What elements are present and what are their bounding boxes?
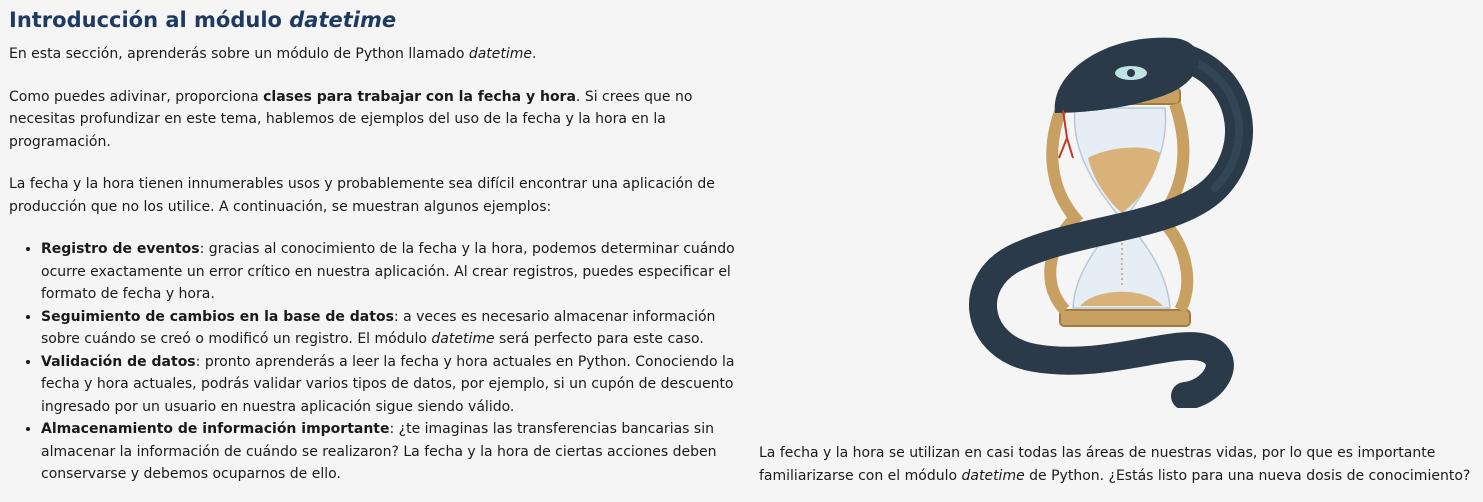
- intro-paragraph: En esta sección, aprenderás sobre un mód…: [9, 43, 737, 66]
- classes-paragraph: Como puedes adivinar, proporciona clases…: [9, 86, 737, 154]
- list-item-title: Validación de datos: [41, 353, 196, 370]
- snake-hourglass-icon: [955, 18, 1255, 410]
- title-italic: datetime: [289, 8, 397, 32]
- classes-bold: clases para trabajar con la fecha y hora: [263, 88, 576, 105]
- intro-text: En esta sección, aprenderás sobre un mód…: [9, 46, 469, 62]
- intro-italic: datetime: [468, 46, 533, 62]
- list-item: Seguimiento de cambios en la base de dat…: [41, 306, 737, 351]
- content-column: Introducción al módulo datetime En esta …: [9, 6, 737, 486]
- closing-italic: datetime: [961, 468, 1025, 484]
- list-item-title: Almacenamiento de información importante: [41, 421, 390, 437]
- closing-text-end: de Python. ¿Estás listo para una nueva d…: [1024, 468, 1471, 484]
- list-item: Registro de eventos: gracias al conocimi…: [41, 238, 737, 306]
- list-item: Almacenamiento de información importante…: [41, 418, 737, 486]
- list-item-title: Registro de eventos: [41, 241, 200, 257]
- section-title: Introducción al módulo datetime: [9, 6, 737, 34]
- classes-text: Como puedes adivinar, proporciona: [9, 88, 264, 105]
- list-item-text-end: será perfecto para este caso.: [494, 331, 704, 347]
- examples-list: Registro de eventos: gracias al conocimi…: [9, 238, 737, 486]
- list-item: Validación de datos: pronto aprenderás a…: [41, 351, 737, 419]
- title-text: Introducción al módulo: [9, 8, 290, 32]
- list-item-italic: datetime: [431, 331, 495, 347]
- uses-paragraph: La fecha y la hora tienen innumerables u…: [9, 176, 715, 215]
- closing-paragraph: La fecha y la hora se utilizan en casi t…: [759, 442, 1479, 488]
- intro-text-end: .: [532, 46, 537, 62]
- list-item-title: Seguimiento de cambios en la base de dat…: [41, 308, 394, 325]
